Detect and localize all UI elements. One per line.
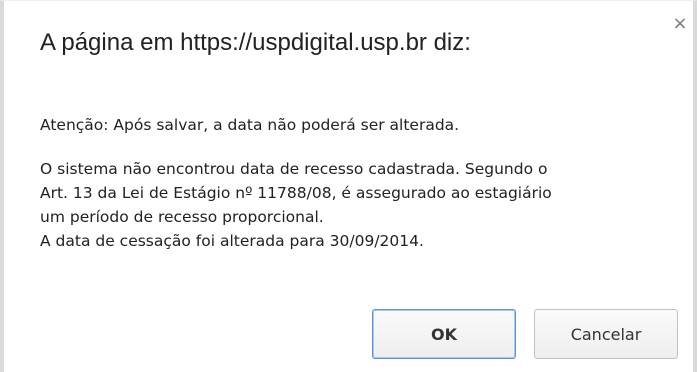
message-details: O sistema não encontrou data de recesso … <box>40 160 552 250</box>
alert-dialog: A página em https://uspdigital.usp.br di… <box>0 0 697 372</box>
dialog-title: A página em https://uspdigital.usp.br di… <box>40 29 471 56</box>
message-warning: Atenção: Após salvar, a data não poderá … <box>40 116 460 134</box>
cancel-button[interactable]: Cancelar <box>534 309 678 359</box>
close-icon[interactable]: × <box>671 15 689 33</box>
dialog-message: Atenção: Após salvar, a data não poderá … <box>40 113 680 253</box>
ok-button[interactable]: OK <box>372 309 516 359</box>
